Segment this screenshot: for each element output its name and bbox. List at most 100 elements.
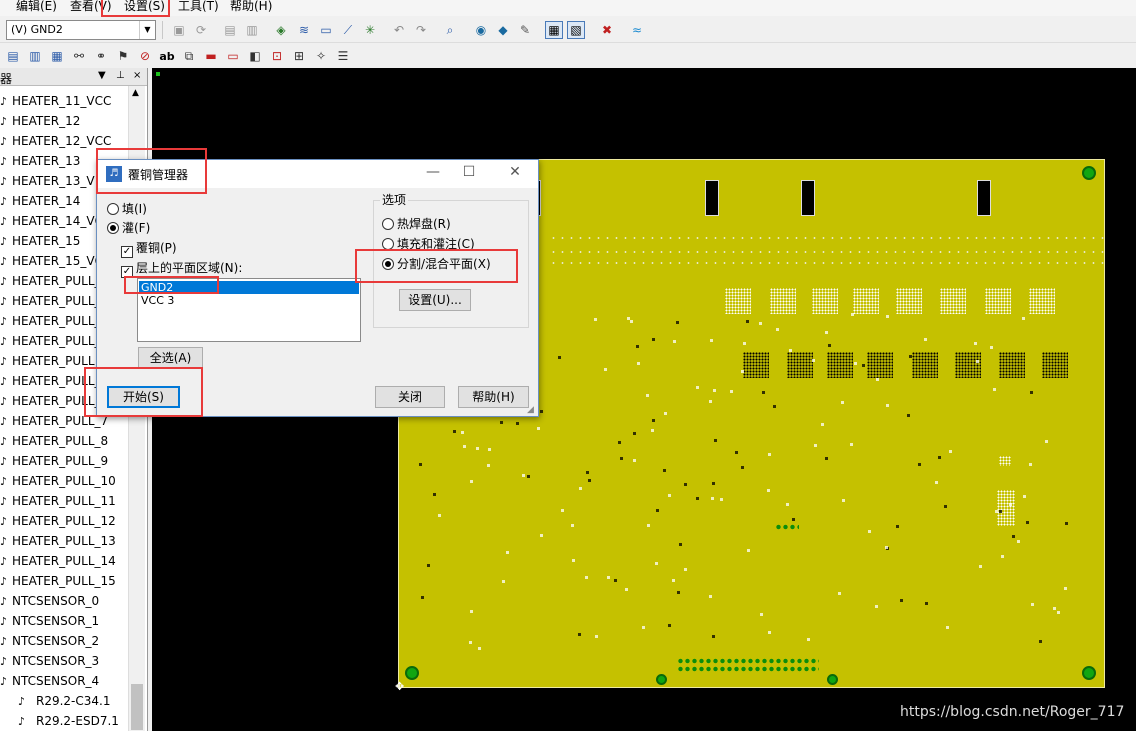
tree-item-label: NTCSENSOR_3 <box>12 654 100 668</box>
via-dot <box>714 439 717 442</box>
pad-array <box>812 288 838 314</box>
select-all-button[interactable]: 全选(A) <box>138 347 203 369</box>
layer-select[interactable]: (V) GND2 ▼ <box>6 20 156 40</box>
pour-checkbox[interactable]: ✓ 覆铜(P) <box>121 239 177 258</box>
via-dot <box>478 647 481 650</box>
via-dot <box>419 463 422 466</box>
settings-button[interactable]: 设置(U)... <box>399 289 471 311</box>
via-dot <box>572 559 575 562</box>
scroll-up-icon[interactable]: ▲ <box>132 88 139 98</box>
menu-help[interactable]: 帮助(H) <box>230 0 272 14</box>
board-icon[interactable]: ▭ <box>317 21 335 39</box>
via-dot <box>594 318 597 321</box>
plane-icon[interactable]: ▧ <box>567 21 585 39</box>
tree-item[interactable]: ♪ HEATER_12 <box>0 111 128 131</box>
layer-icon[interactable]: ▤ <box>4 47 22 65</box>
via-dot <box>746 320 749 323</box>
report-icon[interactable]: ☰ <box>334 47 352 65</box>
tree-item-label: HEATER_PULL_10 <box>12 474 116 488</box>
tree-item[interactable]: ♪ HEATER_PULL_11 <box>0 491 128 511</box>
dimension-icon[interactable]: ⊡ <box>268 47 286 65</box>
dropdown-icon[interactable]: ▼ <box>98 70 106 81</box>
tree-item[interactable]: ♪ HEATER_PULL_8 <box>0 431 128 451</box>
via-dot <box>579 487 582 490</box>
mode-fill-radio[interactable]: 填(I) <box>107 200 147 217</box>
refresh-icon[interactable]: ⟳ <box>192 21 210 39</box>
pin-icon[interactable]: ▥ <box>243 21 261 39</box>
menu-bar: 编辑(E) 查看(V) 设置(S) 工具(T) 帮助(H) <box>0 0 1136 16</box>
via-dot <box>453 430 456 433</box>
star-icon[interactable]: ✧ <box>312 47 330 65</box>
net-icon: ♪ <box>0 455 8 468</box>
tree-item[interactable]: ♪ HEATER_PULL_9 <box>0 451 128 471</box>
close-icon[interactable]: × <box>133 70 141 81</box>
stack-icon[interactable]: ▥ <box>26 47 44 65</box>
net-icon: ♪ <box>0 535 8 548</box>
menu-edit[interactable]: 编辑(E) <box>16 0 57 14</box>
scrollbar-thumb[interactable] <box>131 684 143 730</box>
brush-icon[interactable]: ✎ <box>516 21 534 39</box>
disable-icon[interactable]: ⊘ <box>136 47 154 65</box>
resize-grip-icon[interactable]: ◢ <box>527 405 537 415</box>
layer-item-vcc3[interactable]: VCC 3 <box>139 294 359 307</box>
tree-item[interactable]: ♪ NTCSENSOR_4 <box>0 671 128 691</box>
tree-item[interactable]: ♪ HEATER_PULL_14 <box>0 551 128 571</box>
tree-item[interactable]: ♪ NTCSENSOR_0 <box>0 591 128 611</box>
route-icon[interactable]: ◈ <box>272 21 290 39</box>
close-button[interactable]: 关闭 <box>375 386 445 408</box>
script-icon[interactable]: ≈ <box>628 21 646 39</box>
flip-icon[interactable]: ◧ <box>246 47 264 65</box>
tree-item[interactable]: ♪ HEATER_PULL_10 <box>0 471 128 491</box>
close-icon[interactable]: ✕ <box>505 164 525 180</box>
undo-icon[interactable]: ↶ <box>390 21 408 39</box>
copper-icon[interactable]: ▭ <box>224 47 242 65</box>
thermal-radio[interactable]: 热焊盘(R) <box>382 215 451 232</box>
tree-item-label: HEATER_15_VC <box>12 254 103 268</box>
inspect-icon[interactable]: ◉ <box>472 21 490 39</box>
via-dot <box>747 549 750 552</box>
part-icon[interactable]: ⧉ <box>180 47 198 65</box>
via-dot <box>759 322 762 325</box>
minimize-icon[interactable]: — <box>423 164 443 180</box>
mode-flood-radio[interactable]: 灌(F) <box>107 219 150 236</box>
tree-item[interactable]: ♪ NTCSENSOR_2 <box>0 631 128 651</box>
tree-item[interactable]: ♪ HEATER_PULL_15 <box>0 571 128 591</box>
tree-subitem[interactable]: ♪ R29.2-ESD7.1 <box>0 711 128 731</box>
group-icon[interactable]: ⊞ <box>290 47 308 65</box>
highlight-icon[interactable]: ◆ <box>494 21 512 39</box>
via-dot <box>625 588 628 591</box>
tag-icon[interactable]: ⚑ <box>114 47 132 65</box>
keepout-icon[interactable]: ▬ <box>202 47 220 65</box>
tree-item-label: NTCSENSOR_4 <box>12 674 100 688</box>
drc-icon[interactable]: ✖ <box>598 21 616 39</box>
tree-item[interactable]: ♪ HEATER_PULL_13 <box>0 531 128 551</box>
tree-item-label: HEATER_PULL_14 <box>12 554 116 568</box>
chevron-down-icon[interactable]: ▼ <box>139 21 155 39</box>
maximize-icon[interactable]: ☐ <box>459 164 479 180</box>
grid-icon[interactable]: ▦ <box>48 47 66 65</box>
tree-item[interactable]: ♪ HEATER_PULL_12 <box>0 511 128 531</box>
pin-icon[interactable]: ⊥ <box>116 70 125 81</box>
help-button[interactable]: 帮助(H) <box>458 386 529 408</box>
tree-item[interactable]: ♪ NTCSENSOR_1 <box>0 611 128 631</box>
via-dot <box>652 419 655 422</box>
via-icon[interactable]: ✳ <box>361 21 379 39</box>
radio-selected-icon <box>107 222 119 234</box>
tree-item[interactable]: ♪ NTCSENSOR_3 <box>0 651 128 671</box>
search-icon[interactable]: ⌕ <box>441 21 459 39</box>
net-icon: ♪ <box>0 555 8 568</box>
tree-subitem[interactable]: ♪ R29.2-C34.1 <box>0 691 128 711</box>
text-icon[interactable]: ab <box>158 47 176 65</box>
cluster-icon[interactable]: ⚭ <box>92 47 110 65</box>
via-dot <box>821 423 824 426</box>
pour-icon[interactable]: ▦ <box>545 21 563 39</box>
net-icon[interactable]: ⚯ <box>70 47 88 65</box>
component-icon[interactable]: ▤ <box>221 21 239 39</box>
tree-item[interactable]: ♪ HEATER_11_VCC <box>0 91 128 111</box>
trace-icon[interactable]: ≋ <box>295 21 313 39</box>
menu-tools[interactable]: 工具(T) <box>178 0 219 14</box>
via-dot <box>595 635 598 638</box>
properties-icon[interactable]: ▣ <box>170 21 188 39</box>
line-icon[interactable]: ⟋ <box>339 21 357 39</box>
redo-icon[interactable]: ↷ <box>412 21 430 39</box>
